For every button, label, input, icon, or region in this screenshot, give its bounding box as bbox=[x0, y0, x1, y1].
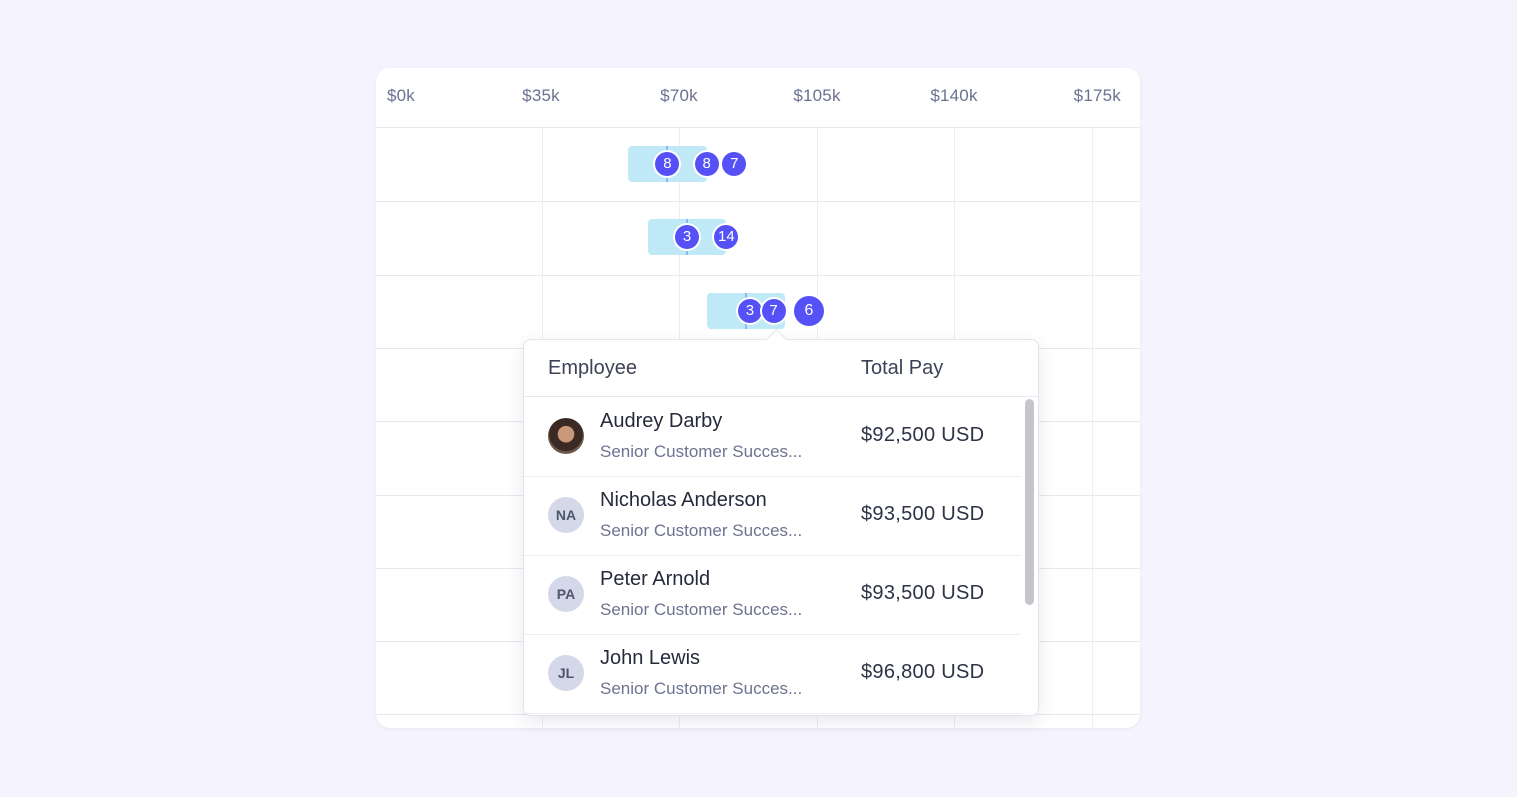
employee-pay: $92,500 USD bbox=[861, 424, 985, 446]
employee-popover: Employee Total Pay Audrey Darby Senior C… bbox=[523, 339, 1039, 716]
avatar: NA bbox=[548, 497, 584, 533]
employee-name: Nicholas Anderson bbox=[600, 489, 767, 511]
x-tick-105k: $105k bbox=[793, 86, 841, 105]
x-tick-70k: $70k bbox=[660, 86, 698, 105]
gridline-horizontal bbox=[376, 201, 1140, 203]
employee-row[interactable]: PA Peter Arnold Senior Customer Succes..… bbox=[524, 555, 1020, 635]
x-tick-140k: $140k bbox=[930, 86, 978, 105]
employee-name: Peter Arnold bbox=[600, 568, 711, 590]
employee-count-marker[interactable]: 8 bbox=[694, 152, 719, 176]
employee-pay: $96,800 USD bbox=[861, 661, 985, 683]
employee-row[interactable]: JL John Lewis Senior Customer Succes... … bbox=[524, 634, 1020, 714]
employee-role: Senior Customer Succes... bbox=[600, 679, 803, 698]
employee-pay: $93,500 USD bbox=[861, 503, 985, 525]
x-axis: $0k $35k $70k $105k $140k $175k bbox=[376, 68, 1140, 128]
avatar: PA bbox=[548, 576, 584, 612]
gridline-horizontal bbox=[376, 274, 1140, 276]
x-tick-175k: $175k bbox=[1073, 86, 1121, 105]
employee-role: Senior Customer Succes... bbox=[600, 600, 803, 619]
total-pay-column-header: Total Pay bbox=[861, 357, 944, 379]
employee-count-marker[interactable]: 3 bbox=[737, 298, 762, 323]
gridline-vertical bbox=[1092, 128, 1093, 728]
x-tick-35k: $35k bbox=[522, 86, 560, 105]
employee-count-marker[interactable]: 7 bbox=[722, 152, 747, 176]
employee-count-marker[interactable]: 6 bbox=[793, 295, 824, 326]
employee-name: Audrey Darby bbox=[600, 410, 723, 432]
employee-column-header: Employee bbox=[548, 357, 637, 379]
employee-pay: $93,500 USD bbox=[861, 582, 985, 604]
employee-role: Senior Customer Succes... bbox=[600, 442, 803, 461]
employee-role: Senior Customer Succes... bbox=[600, 521, 803, 540]
employee-row[interactable]: Audrey Darby Senior Customer Succes... $… bbox=[524, 397, 1020, 477]
popover-header: Employee Total Pay bbox=[524, 340, 1038, 397]
employee-count-marker[interactable]: 8 bbox=[655, 152, 680, 176]
avatar: JL bbox=[548, 655, 584, 691]
employee-count-marker[interactable]: 7 bbox=[761, 298, 786, 323]
x-tick-0: $0k bbox=[387, 86, 416, 105]
employee-count-marker[interactable]: 14 bbox=[714, 225, 739, 250]
employee-list[interactable]: Audrey Darby Senior Customer Succes... $… bbox=[524, 397, 1020, 715]
employee-count-marker[interactable]: 3 bbox=[675, 225, 700, 250]
employee-row[interactable]: NA Nicholas Anderson Senior Customer Suc… bbox=[524, 476, 1020, 556]
employee-name: John Lewis bbox=[600, 647, 701, 669]
scrollbar-thumb[interactable] bbox=[1025, 399, 1034, 605]
avatar bbox=[548, 418, 584, 454]
